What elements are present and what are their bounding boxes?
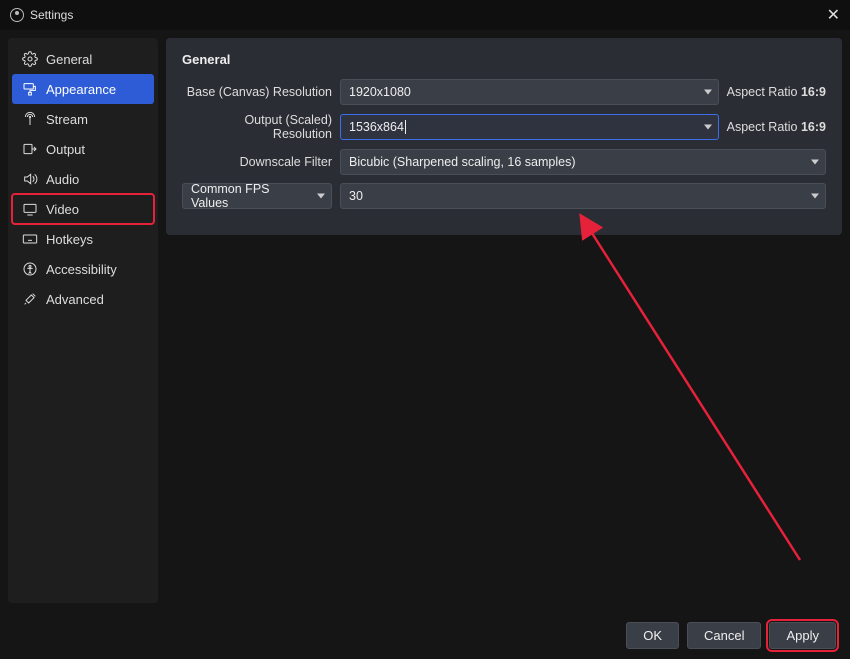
settings-window: Settings ✕ General Appearance Stream Out… <box>0 0 850 659</box>
sidebar-item-audio[interactable]: Audio <box>12 164 154 194</box>
tools-icon <box>22 291 38 307</box>
row-base-resolution: Base (Canvas) Resolution 1920x1080 Aspec… <box>182 79 826 105</box>
sidebar-item-label: Stream <box>46 112 88 127</box>
gear-icon <box>22 51 38 67</box>
app-icon <box>10 8 24 22</box>
sidebar-item-advanced[interactable]: Advanced <box>12 284 154 314</box>
output-resolution-label: Output (Scaled) Resolution <box>182 113 332 141</box>
sidebar-item-label: Accessibility <box>46 262 117 277</box>
window-title: Settings <box>30 8 73 22</box>
row-downscale-filter: Downscale Filter Bicubic (Sharpened scal… <box>182 149 826 175</box>
downscale-filter-select[interactable]: Bicubic (Sharpened scaling, 16 samples) <box>340 149 826 175</box>
accessibility-icon <box>22 261 38 277</box>
sidebar-item-general[interactable]: General <box>12 44 154 74</box>
fps-type-value: Common FPS Values <box>191 182 309 210</box>
base-resolution-select[interactable]: 1920x1080 <box>340 79 719 105</box>
sidebar-item-label: Video <box>46 202 79 217</box>
sidebar-item-output[interactable]: Output <box>12 134 154 164</box>
chevron-down-icon <box>704 125 712 130</box>
sidebar-item-label: Appearance <box>46 82 116 97</box>
fps-value: 30 <box>349 189 363 203</box>
titlebar: Settings ✕ <box>0 0 850 30</box>
sidebar-item-stream[interactable]: Stream <box>12 104 154 134</box>
apply-button[interactable]: Apply <box>769 622 836 649</box>
base-aspect-ratio: Aspect Ratio 16:9 <box>727 85 826 99</box>
section-title: General <box>182 52 826 67</box>
downscale-filter-label: Downscale Filter <box>182 155 332 169</box>
close-icon[interactable]: ✕ <box>827 5 840 25</box>
sidebar-item-label: Output <box>46 142 85 157</box>
fps-type-select[interactable]: Common FPS Values <box>182 183 332 209</box>
sidebar-item-accessibility[interactable]: Accessibility <box>12 254 154 284</box>
paint-icon <box>22 81 38 97</box>
output-aspect-ratio: Aspect Ratio 16:9 <box>727 120 826 134</box>
antenna-icon <box>22 111 38 127</box>
sidebar-item-label: Hotkeys <box>46 232 93 247</box>
base-resolution-value: 1920x1080 <box>349 85 411 99</box>
sidebar-item-label: Audio <box>46 172 79 187</box>
output-resolution-value: 1536x864 <box>349 120 406 135</box>
sidebar-item-hotkeys[interactable]: Hotkeys <box>12 224 154 254</box>
base-resolution-label: Base (Canvas) Resolution <box>182 85 332 99</box>
row-fps: Common FPS Values 30 <box>182 183 826 209</box>
sidebar-item-video[interactable]: Video <box>12 194 154 224</box>
downscale-filter-value: Bicubic (Sharpened scaling, 16 samples) <box>349 155 576 169</box>
chevron-down-icon <box>317 194 325 199</box>
chevron-down-icon <box>811 160 819 165</box>
body-area: General Appearance Stream Output Audio V <box>0 30 850 611</box>
output-resolution-select[interactable]: 1536x864 <box>340 114 719 140</box>
sidebar: General Appearance Stream Output Audio V <box>8 38 158 603</box>
chevron-down-icon <box>811 194 819 199</box>
keyboard-icon <box>22 231 38 247</box>
sidebar-item-appearance[interactable]: Appearance <box>12 74 154 104</box>
cancel-button[interactable]: Cancel <box>687 622 761 649</box>
chevron-down-icon <box>704 90 712 95</box>
sidebar-item-label: General <box>46 52 92 67</box>
monitor-icon <box>22 201 38 217</box>
sidebar-item-label: Advanced <box>46 292 104 307</box>
general-section: General Base (Canvas) Resolution 1920x10… <box>166 38 842 235</box>
fps-value-select[interactable]: 30 <box>340 183 826 209</box>
output-icon <box>22 141 38 157</box>
row-output-resolution: Output (Scaled) Resolution 1536x864 Aspe… <box>182 113 826 141</box>
speaker-icon <box>22 171 38 187</box>
ok-button[interactable]: OK <box>626 622 679 649</box>
footer: OK Cancel Apply <box>0 611 850 659</box>
main-panel: General Base (Canvas) Resolution 1920x10… <box>166 38 842 603</box>
